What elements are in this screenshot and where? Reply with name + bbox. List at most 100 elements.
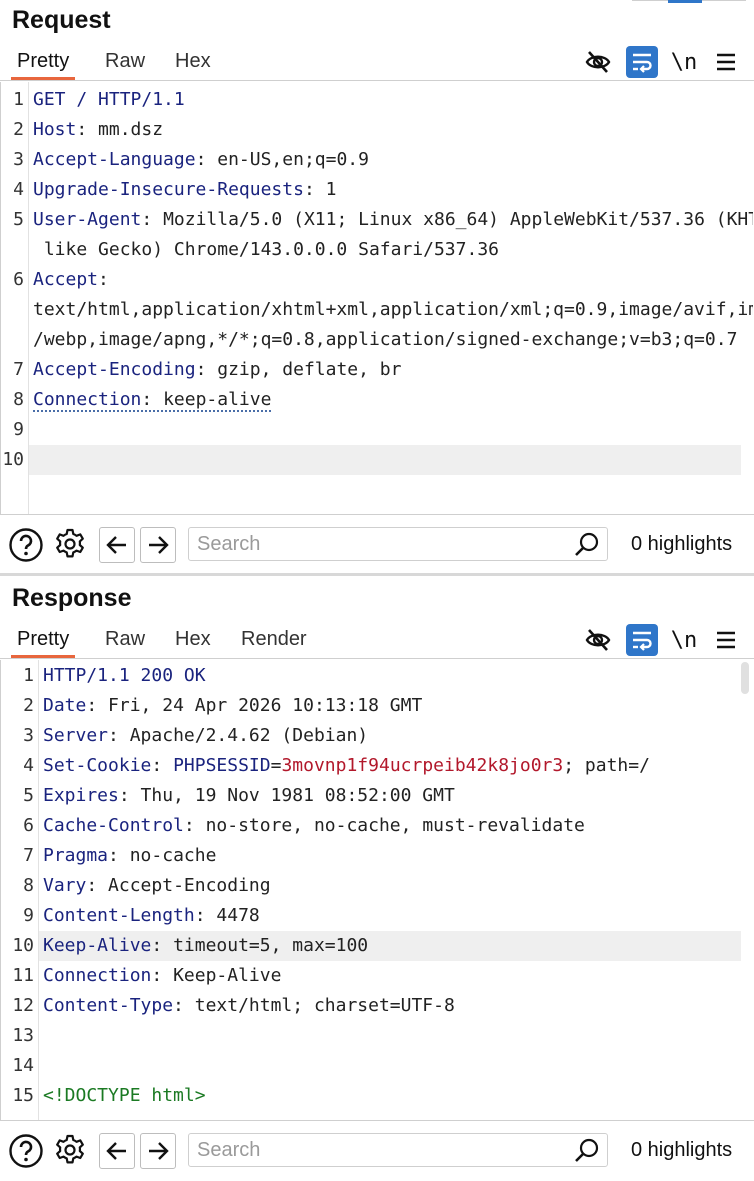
header-name: Content-Type bbox=[43, 995, 174, 1016]
header-separator: : bbox=[141, 209, 164, 230]
header-separator: : bbox=[76, 119, 99, 140]
next-match-button[interactable] bbox=[140, 527, 176, 563]
line-number: 8 bbox=[13, 389, 24, 410]
search-icon[interactable] bbox=[573, 1137, 601, 1165]
response-tabs: Pretty Raw Hex Render \n bbox=[0, 622, 754, 659]
settings-gear-icon[interactable] bbox=[52, 1133, 88, 1169]
response-title: Response bbox=[12, 584, 132, 612]
line-number: 7 bbox=[23, 845, 34, 866]
tab-hex[interactable]: Hex bbox=[169, 622, 217, 656]
next-match-button[interactable] bbox=[140, 1133, 176, 1169]
header-name: Vary bbox=[43, 875, 87, 896]
search-icon[interactable] bbox=[573, 531, 601, 559]
request-search-bar: 0 highlights bbox=[0, 514, 754, 575]
code-line: 5 Expires: Thu, 19 Nov 1981 08:52:00 GMT bbox=[1, 781, 741, 811]
code-line: 11 Connection: Keep-Alive bbox=[1, 961, 741, 991]
code-line: 9 Content-Length: 4478 bbox=[1, 901, 741, 931]
header-separator: : bbox=[118, 785, 141, 806]
header-value: 4478 bbox=[216, 905, 260, 926]
newline-label: \n bbox=[670, 49, 698, 75]
header-value: keep-alive bbox=[163, 389, 272, 410]
header-value: Mozilla/5.0 (X11; Linux x86_64) AppleWeb… bbox=[163, 209, 753, 230]
line-number: 4 bbox=[13, 179, 24, 200]
line-number: 12 bbox=[12, 995, 34, 1016]
header-value: text/html; charset=UTF-8 bbox=[194, 995, 455, 1016]
request-pane: Request Pretty Raw Hex \n 1 GET / HTTP/1.… bbox=[0, 0, 754, 575]
code-line: 7 Pragma: no-cache bbox=[1, 841, 741, 871]
header-name: Connection bbox=[43, 965, 152, 986]
line-content: <!DOCTYPE html> bbox=[43, 1081, 206, 1111]
line-content: Expires: Thu, 19 Nov 1981 08:52:00 GMT bbox=[43, 781, 455, 811]
line-number: 14 bbox=[12, 1055, 34, 1076]
header-name: Content-Length bbox=[43, 905, 195, 926]
request-search-input[interactable] bbox=[197, 528, 567, 560]
menu-icon[interactable] bbox=[710, 46, 742, 78]
code-line: 4 Upgrade-Insecure-Requests: 1 bbox=[1, 175, 741, 205]
line-number: 5 bbox=[13, 209, 24, 230]
tab-render[interactable]: Render bbox=[235, 622, 313, 656]
help-icon[interactable] bbox=[8, 527, 44, 563]
arrow-left-icon bbox=[106, 536, 126, 554]
request-tabs: Pretty Raw Hex \n bbox=[0, 44, 754, 81]
tab-hex[interactable]: Hex bbox=[169, 44, 217, 78]
response-highlights-count: 0 highlights bbox=[631, 1139, 733, 1161]
tab-pretty[interactable]: Pretty bbox=[11, 622, 76, 658]
tab-raw[interactable]: Raw bbox=[99, 622, 151, 656]
previous-match-button[interactable] bbox=[99, 1133, 135, 1169]
code-line: 3 Accept-Language: en-US,en;q=0.9 bbox=[1, 145, 741, 175]
header-separator: : bbox=[108, 725, 130, 746]
header-name: HTTP/1.1 200 OK bbox=[43, 665, 206, 686]
line-content: Host: mm.dsz bbox=[33, 115, 163, 145]
menu-icon[interactable] bbox=[710, 624, 742, 656]
header-value: Thu, 19 Nov 1981 08:52:00 GMT bbox=[140, 785, 455, 806]
line-content: Accept-Language: en-US,en;q=0.9 bbox=[33, 145, 369, 175]
hide-nonprintable-icon[interactable] bbox=[582, 46, 614, 78]
header-field: Connection: keep-alive bbox=[33, 389, 272, 412]
header-separator: : bbox=[86, 875, 109, 896]
header-separator: : bbox=[151, 755, 174, 776]
header-field: Set-Cookie: PHPSESSID=3movnp1f94ucrpeib4… bbox=[43, 755, 650, 776]
header-name: Cache-Control bbox=[43, 815, 184, 836]
show-newlines-icon[interactable]: \n bbox=[668, 624, 700, 656]
line-number: 2 bbox=[13, 119, 24, 140]
response-editor[interactable]: 1 HTTP/1.1 200 OK 2 Date: Fri, 24 Apr 2026 … bbox=[0, 660, 753, 1120]
line-content: Connection: keep-alive bbox=[33, 385, 272, 415]
line-number: 6 bbox=[23, 815, 34, 836]
tab-raw[interactable]: Raw bbox=[99, 44, 151, 78]
header-separator: : bbox=[151, 965, 174, 986]
response-search-box bbox=[188, 1133, 608, 1167]
header-separator: : bbox=[195, 149, 218, 170]
header-name: Server bbox=[43, 725, 109, 746]
line-content: Server: Apache/2.4.62 (Debian) bbox=[43, 721, 368, 751]
cookie-attributes: ; path=/ bbox=[563, 755, 650, 776]
request-editor[interactable]: 1 GET / HTTP/1.1 2 Host: mm.dsz 3 Accept-Lang… bbox=[0, 82, 753, 514]
code-line: 5 User-Agent: Mozilla/5.0 (X11; Linux x86… bbox=[1, 205, 753, 265]
header-field: Server: Apache/2.4.62 (Debian) bbox=[43, 725, 368, 746]
code-line: 14 bbox=[1, 1051, 741, 1081]
arrow-left-icon bbox=[106, 1142, 126, 1160]
code-line: 2 Date: Fri, 24 Apr 2026 10:13:18 GMT bbox=[1, 691, 741, 721]
response-search-input[interactable] bbox=[197, 1134, 567, 1166]
settings-gear-icon[interactable] bbox=[52, 527, 88, 563]
help-icon[interactable] bbox=[8, 1133, 44, 1169]
show-newlines-icon[interactable]: \n bbox=[668, 46, 700, 78]
line-number: 1 bbox=[23, 665, 34, 686]
header-name: Upgrade-Insecure-Requests bbox=[33, 179, 304, 200]
newline-label: \n bbox=[670, 627, 698, 653]
wrap-lines-icon[interactable] bbox=[626, 46, 658, 78]
tab-pretty[interactable]: Pretty bbox=[11, 44, 76, 80]
header-value: Fri, 24 Apr 2026 10:13:18 GMT bbox=[108, 695, 423, 716]
hide-nonprintable-icon[interactable] bbox=[582, 624, 614, 656]
header-field: HTTP/1.1 200 OK bbox=[43, 665, 206, 686]
line-number: 10 bbox=[2, 449, 24, 470]
header-value: no-store, no-cache, must-revalidate bbox=[205, 815, 585, 836]
wrap-lines-icon[interactable] bbox=[626, 624, 658, 656]
previous-match-button[interactable] bbox=[99, 527, 135, 563]
line-content: Set-Cookie: PHPSESSID=3movnp1f94ucrpeib4… bbox=[43, 751, 650, 781]
header-field: GET / HTTP/1.1 bbox=[33, 89, 185, 110]
header-field: Accept-Language: en-US,en;q=0.9 bbox=[33, 149, 369, 170]
response-scrollbar[interactable] bbox=[741, 662, 749, 694]
line-content: Accept: text/html,application/xhtml+xml,a… bbox=[33, 265, 753, 355]
code-line: 6 Cache-Control: no-store, no-cache, must… bbox=[1, 811, 741, 841]
line-content: Accept-Encoding: gzip, deflate, br bbox=[33, 355, 401, 385]
